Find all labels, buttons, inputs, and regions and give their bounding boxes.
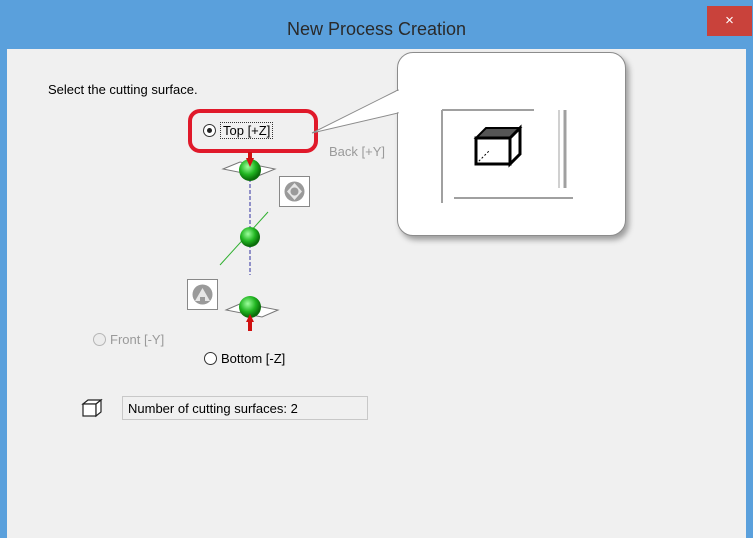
radio-top-indicator[interactable] [203, 124, 216, 137]
radio-bottom[interactable]: Bottom [-Z] [204, 351, 285, 366]
callout-pointer [311, 89, 400, 134]
zoom-callout [397, 52, 626, 236]
radio-front-indicator [93, 333, 106, 346]
window-title: New Process Creation [286, 19, 467, 39]
front-view-icon [187, 279, 218, 310]
radio-top[interactable]: Top [+Z] [203, 122, 274, 139]
radio-top-label: Top [+Z] [220, 122, 274, 139]
radio-front-label: Front [-Y] [110, 332, 165, 347]
callout-zoom-area [434, 92, 573, 203]
top-surface-marker [221, 152, 277, 181]
cutting-surface-count-field: Number of cutting surfaces: 2 [122, 396, 368, 420]
radio-back: Back [+Y] [312, 144, 385, 159]
bottom-surface-marker [224, 296, 280, 331]
origin-sphere [240, 227, 260, 247]
zoomed-toolbar-snippet [441, 109, 573, 203]
instruction-label: Select the cutting surface. [48, 82, 198, 97]
radio-bottom-label: Bottom [-Z] [221, 351, 286, 366]
close-button[interactable]: × [707, 6, 752, 36]
back-view-icon [279, 176, 310, 207]
cube-top-surface-icon [473, 124, 523, 168]
radio-front: Front [-Y] [93, 332, 164, 347]
cube-icon [81, 398, 103, 418]
radio-back-label: Back [+Y] [329, 144, 385, 159]
radio-bottom-indicator[interactable] [204, 352, 217, 365]
